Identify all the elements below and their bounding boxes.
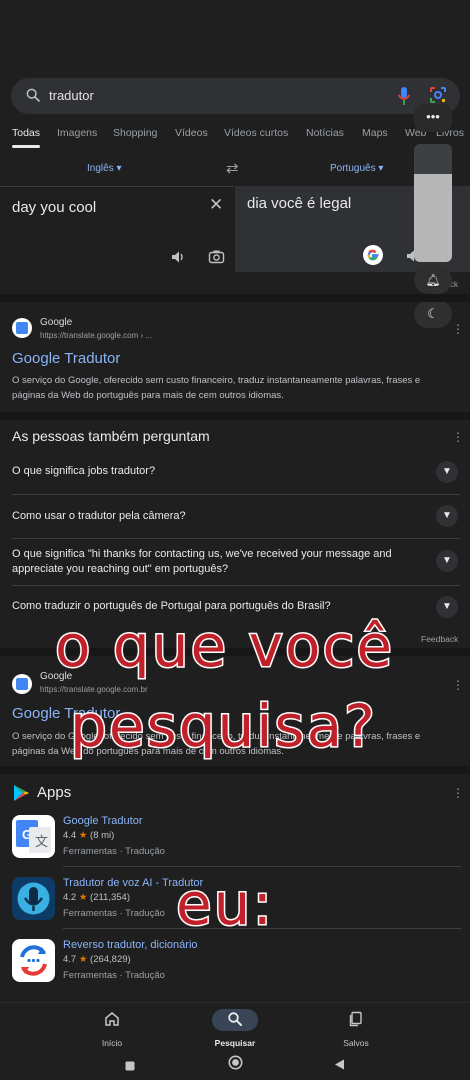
nav-saved-label: Salvos — [343, 1038, 369, 1048]
paa-feedback-link[interactable]: Feedback — [421, 634, 458, 644]
nav-search[interactable]: Pesquisar — [195, 1011, 275, 1048]
mic-icon[interactable] — [397, 86, 411, 111]
camera-icon[interactable] — [208, 249, 225, 270]
app-name[interactable]: Reverso tradutor, dicionário — [63, 939, 198, 951]
search-query[interactable]: tradutor — [49, 88, 94, 103]
bottom-navigation: Início Pesquisar Salvos — [0, 1002, 470, 1054]
system-navigation-bar — [0, 1054, 470, 1080]
google-logo-icon — [363, 245, 383, 265]
source-language-label: Inglês — [87, 163, 114, 174]
nav-home-label: Início — [101, 1038, 123, 1048]
search-icon — [195, 1011, 275, 1032]
language-row: Inglês ▾ ⇄ Português ▾ — [0, 158, 470, 180]
target-language-label: Português — [330, 163, 376, 174]
paa-divider — [12, 494, 460, 495]
section-divider — [0, 766, 470, 774]
apps-more-icon[interactable]: ⋮ — [452, 786, 464, 800]
chevron-down-icon[interactable]: ▼ — [436, 505, 458, 527]
paa-question[interactable]: Como usar o tradutor pela câmera? — [12, 509, 412, 524]
bell-icon[interactable]: 🔔︎ — [414, 266, 452, 294]
paa-title: As pessoas também perguntam — [12, 428, 210, 444]
clear-text-icon[interactable]: ✕ — [209, 195, 223, 215]
home-button-icon[interactable] — [228, 1055, 243, 1075]
swap-languages-icon[interactable]: ⇄ — [226, 159, 239, 177]
section-divider — [0, 412, 470, 420]
paa-question[interactable]: O que significa jobs tradutor? — [12, 464, 412, 479]
chevron-down-icon[interactable]: ▼ — [436, 461, 458, 483]
recents-icon[interactable] — [125, 1058, 135, 1076]
overlay-caption-line-3: eu: — [175, 869, 274, 940]
star-icon: ★ — [78, 830, 88, 841]
apps-title: Apps — [37, 784, 72, 801]
volume-slider[interactable]: ♫ — [414, 144, 452, 262]
search-tabs: Todas Imagens Shopping Vídeos Vídeos cur… — [0, 120, 470, 148]
volume-slider-fill — [414, 173, 452, 262]
dropdown-caret-icon: ▾ — [378, 163, 384, 174]
paa-divider — [12, 538, 460, 539]
reverso-app-icon[interactable] — [12, 939, 55, 982]
app-category: Ferramentas · Tradução — [63, 970, 165, 981]
play-store-icon — [12, 784, 30, 807]
app-rating: 4.7 ★ (264,829) — [63, 954, 131, 965]
svg-text:文: 文 — [35, 835, 48, 850]
active-tab-indicator — [12, 145, 40, 148]
star-icon: ★ — [78, 954, 88, 965]
tab-videos-curtos[interactable]: Vídeos curtos — [224, 127, 288, 139]
nav-search-label: Pesquisar — [214, 1038, 256, 1048]
dropdown-caret-icon: ▾ — [116, 163, 122, 174]
result-site-name: Google — [40, 317, 73, 328]
source-text-panel[interactable]: day you cool ✕ — [0, 186, 234, 272]
section-divider — [0, 294, 470, 302]
overlay-caption-line-2: pesquisa? — [69, 691, 377, 762]
tab-todas[interactable]: Todas — [12, 127, 40, 139]
home-icon — [72, 1011, 152, 1032]
tab-shopping[interactable]: Shopping — [113, 127, 157, 139]
result-title[interactable]: Google Tradutor — [12, 350, 120, 367]
google-translate-favicon-icon — [12, 674, 32, 694]
volume-panel: ••• ♫ 🔔︎ ☾ — [414, 104, 452, 328]
chevron-down-icon[interactable]: ▼ — [436, 596, 458, 618]
chevron-down-icon[interactable]: ▼ — [436, 550, 458, 572]
back-icon[interactable] — [334, 1057, 345, 1075]
paa-divider — [12, 585, 460, 586]
google-translate-app-icon[interactable]: G文 — [12, 815, 55, 858]
tab-noticias[interactable]: Notícias — [306, 127, 344, 139]
voice-translator-app-icon[interactable] — [12, 877, 55, 920]
result-more-icon[interactable]: ⋮ — [452, 322, 464, 336]
tab-imagens[interactable]: Imagens — [57, 127, 97, 139]
source-text[interactable]: day you cool — [12, 199, 96, 216]
app-category: Ferramentas · Tradução — [63, 908, 165, 919]
app-divider — [63, 866, 461, 867]
search-icon — [25, 87, 41, 108]
result-snippet: O serviço do Google, oferecido sem custo… — [12, 375, 421, 401]
app-rating: 4.2 ★ (211,354) — [63, 892, 130, 903]
result-url[interactable]: https://translate.google.com › ... — [40, 331, 152, 340]
star-icon: ★ — [78, 892, 88, 903]
app-category: Ferramentas · Tradução — [63, 846, 165, 857]
app-rating: 4.4 ★ (8 mi) — [63, 830, 115, 841]
nav-home[interactable]: Início — [72, 1011, 152, 1048]
translated-text: dia você é legal — [247, 195, 352, 212]
tab-maps[interactable]: Maps — [362, 127, 388, 139]
paa-question[interactable]: O que significa "hi thanks for contactin… — [12, 547, 412, 577]
collections-icon — [316, 1011, 396, 1032]
nav-saved[interactable]: Salvos — [316, 1011, 396, 1048]
paa-more-icon[interactable]: ⋮ — [452, 430, 464, 444]
target-language-select[interactable]: Português ▾ — [330, 163, 383, 174]
translator-box: day you cool ✕ dia você é legal — [0, 186, 470, 272]
speaker-icon[interactable] — [170, 249, 186, 270]
more-options-icon[interactable]: ••• — [414, 104, 452, 132]
app-name[interactable]: Google Tradutor — [63, 815, 143, 827]
overlay-caption-line-1: o que você — [54, 611, 394, 682]
result-more-icon[interactable]: ⋮ — [452, 678, 464, 692]
tab-videos[interactable]: Vídeos — [175, 127, 208, 139]
search-result-1: Google https://translate.google.com › ..… — [0, 310, 470, 410]
source-language-select[interactable]: Inglês ▾ — [87, 163, 122, 174]
search-bar[interactable]: tradutor — [11, 78, 460, 114]
google-translate-favicon-icon — [12, 318, 32, 338]
